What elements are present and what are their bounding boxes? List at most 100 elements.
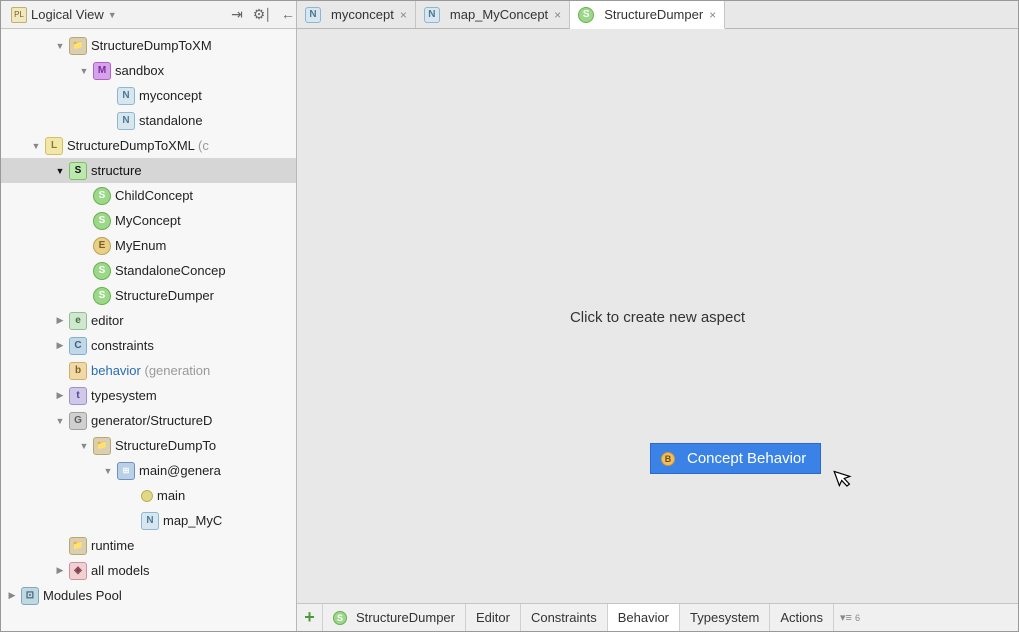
tree-item-structuredumpto[interactable]: ▼📁 StructureDumpTo	[1, 433, 296, 458]
tree-item-label: standalone	[139, 113, 203, 128]
tree-toggle-icon[interactable]: ▼	[77, 64, 91, 78]
tree-item-all-models[interactable]: ▶◈all models	[1, 558, 296, 583]
add-tab-button[interactable]: +	[297, 604, 323, 631]
n-icon: N	[141, 512, 159, 530]
dot-icon	[141, 490, 153, 502]
tree-item-label: map_MyC	[163, 513, 222, 528]
s-circle-icon: S	[93, 187, 111, 205]
tree-item-myenum[interactable]: ▶EMyEnum	[1, 233, 296, 258]
l-icon: L	[45, 137, 63, 155]
grid-icon: ⊞	[117, 462, 135, 480]
tree-item-label: MyConcept	[115, 213, 181, 228]
tree-item-editor[interactable]: ▶eeditor	[1, 308, 296, 333]
tab-label: myconcept	[331, 7, 394, 22]
s-circle-icon: S	[93, 262, 111, 280]
tree-toggle-icon[interactable]: ▼	[53, 39, 67, 53]
bottom-tab-label: Actions	[780, 610, 823, 625]
tree-item-structuredumptoxml[interactable]: ▼LStructureDumpToXML (c	[1, 133, 296, 158]
tab-structuredumper[interactable]: S StructureDumper ×	[570, 1, 725, 29]
bottom-tab-behavior[interactable]: Behavior	[608, 604, 680, 631]
tree-item-label: StructureDumpTo	[115, 438, 216, 453]
tab-myconcept[interactable]: Nmyconcept ×	[297, 1, 416, 28]
tree-item-structuredumper[interactable]: ▶SStructureDumper	[1, 283, 296, 308]
tree-item-label: sandbox	[115, 63, 164, 78]
tree-item-label: StructureDumpToXM	[91, 38, 212, 53]
bottom-tab-constraints[interactable]: Constraints	[521, 604, 608, 631]
tree-item-main-genera[interactable]: ▼⊞ main@genera	[1, 458, 296, 483]
bottom-tabs-overflow[interactable]: ▾≡ 6	[834, 604, 866, 631]
bottom-tab-actions[interactable]: Actions	[770, 604, 834, 631]
tree-toggle-icon[interactable]: ▶	[53, 339, 67, 353]
behavior-icon: B	[661, 452, 675, 466]
tree-toggle-icon[interactable]: ▶	[53, 314, 67, 328]
tree-item-typesystem[interactable]: ▶t typesystem	[1, 383, 296, 408]
tree-item-structuredumptoxm[interactable]: ▼📁StructureDumpToXM	[1, 33, 296, 58]
pool-icon: ⊡	[21, 587, 39, 605]
tree-item-label: StructureDumper	[115, 288, 214, 303]
tree-item-label: typesystem	[91, 388, 157, 403]
bottom-tabs: + SStructureDumperEditor Constraints Behav…	[297, 603, 1018, 631]
tree-item-myconcept[interactable]: ▶SMyConcept	[1, 208, 296, 233]
tree-item-label: constraints	[91, 338, 154, 353]
t-folder-icon: t	[69, 387, 87, 405]
bottom-tab-typesystem[interactable]: Typesystem	[680, 604, 770, 631]
collapse-icon[interactable]: ⎸←	[270, 4, 292, 26]
view-label: Logical View	[31, 7, 104, 22]
tree-item-standalone[interactable]: ▶Nstandalone	[1, 108, 296, 133]
editor-tabs: Nmyconcept×Nmap_MyConcept×SStructureDump…	[297, 1, 1018, 29]
tree-item-label: myconcept	[139, 88, 202, 103]
m-icon: M	[93, 62, 111, 80]
tree-toggle-icon[interactable]: ▼	[29, 139, 43, 153]
n-icon: N	[117, 87, 135, 105]
close-icon[interactable]: ×	[400, 8, 407, 22]
bottom-tab-label: Constraints	[531, 610, 597, 625]
concept-behavior-popup[interactable]: B Concept Behavior	[650, 443, 821, 474]
s-circle-icon: S	[333, 611, 347, 625]
n-icon: N	[305, 7, 321, 23]
folder-icon: 📁	[93, 437, 111, 455]
tree-item-generator-structured[interactable]: ▼Ggenerator/StructureD	[1, 408, 296, 433]
editor-hint: Click to create new aspect	[570, 309, 745, 326]
tree-item-main[interactable]: ▶main	[1, 483, 296, 508]
tab-label: StructureDumper	[604, 7, 703, 22]
tree-item-label: runtime	[91, 538, 134, 553]
tree-toggle-icon[interactable]: ▼	[77, 439, 91, 453]
tree-item-sandbox[interactable]: ▼Msandbox	[1, 58, 296, 83]
tree-item-runtime[interactable]: ▶📁runtime	[1, 533, 296, 558]
tree-toggle-icon[interactable]: ▶	[53, 564, 67, 578]
tree-item-childconcept[interactable]: ▶SChildConcept	[1, 183, 296, 208]
tab-map-myconcept[interactable]: Nmap_MyConcept×	[416, 1, 570, 28]
tree-item-standaloneconcep[interactable]: ▶SStandaloneConcep	[1, 258, 296, 283]
tree-toggle-icon[interactable]: ▶	[5, 589, 19, 603]
editor-area[interactable]: Click to create new aspect B Concept Beh…	[297, 29, 1018, 603]
c-folder-icon: C	[69, 337, 87, 355]
tree-item-structure[interactable]: ▼Sstructure	[1, 158, 296, 183]
tree-item-label: generator/StructureD	[91, 413, 212, 428]
tree-toggle-icon[interactable]: ▼	[53, 414, 67, 428]
tree-item-modules-pool[interactable]: ▶⊡Modules Pool	[1, 583, 296, 608]
tree-item-map-myc[interactable]: ▶Nmap_MyC	[1, 508, 296, 533]
tree-item-myconcept[interactable]: ▶Nmyconcept	[1, 83, 296, 108]
view-selector[interactable]: PL Logical View ▼	[5, 5, 123, 25]
close-icon[interactable]: ×	[709, 8, 716, 22]
bottom-tab-structuredumper[interactable]: SStructureDumper	[323, 604, 466, 631]
bottom-tab-editor[interactable]: Editor	[466, 604, 521, 631]
g-icon: G	[69, 412, 87, 430]
tree-item-behavior[interactable]: ▶bbehavior (generation	[1, 358, 296, 383]
sidebar: PL Logical View ▼ ⇥ ⚙ ⎸← ▼📁StructureDump…	[1, 1, 297, 631]
bottom-tab-label: Behavior	[618, 610, 669, 625]
tree-toggle-icon[interactable]: ▶	[53, 389, 67, 403]
tree-item-label: behavior (generation	[91, 363, 210, 378]
b-folder-icon: b	[69, 362, 87, 380]
tree-toggle-icon[interactable]: ▼	[53, 164, 67, 178]
s-circle-icon: S	[578, 7, 594, 23]
tree-item-constraints[interactable]: ▶Cconstraints	[1, 333, 296, 358]
popup-label: Concept Behavior	[687, 450, 806, 467]
chevron-down-icon: ▼	[108, 10, 117, 20]
bottom-tab-label: Typesystem	[690, 610, 759, 625]
scroll-from-source-icon[interactable]: ⇥	[226, 4, 248, 26]
tree-item-label: structure	[91, 163, 142, 178]
tree-item-label: main@genera	[139, 463, 221, 478]
tree-toggle-icon[interactable]: ▼	[101, 464, 115, 478]
close-icon[interactable]: ×	[554, 8, 561, 22]
